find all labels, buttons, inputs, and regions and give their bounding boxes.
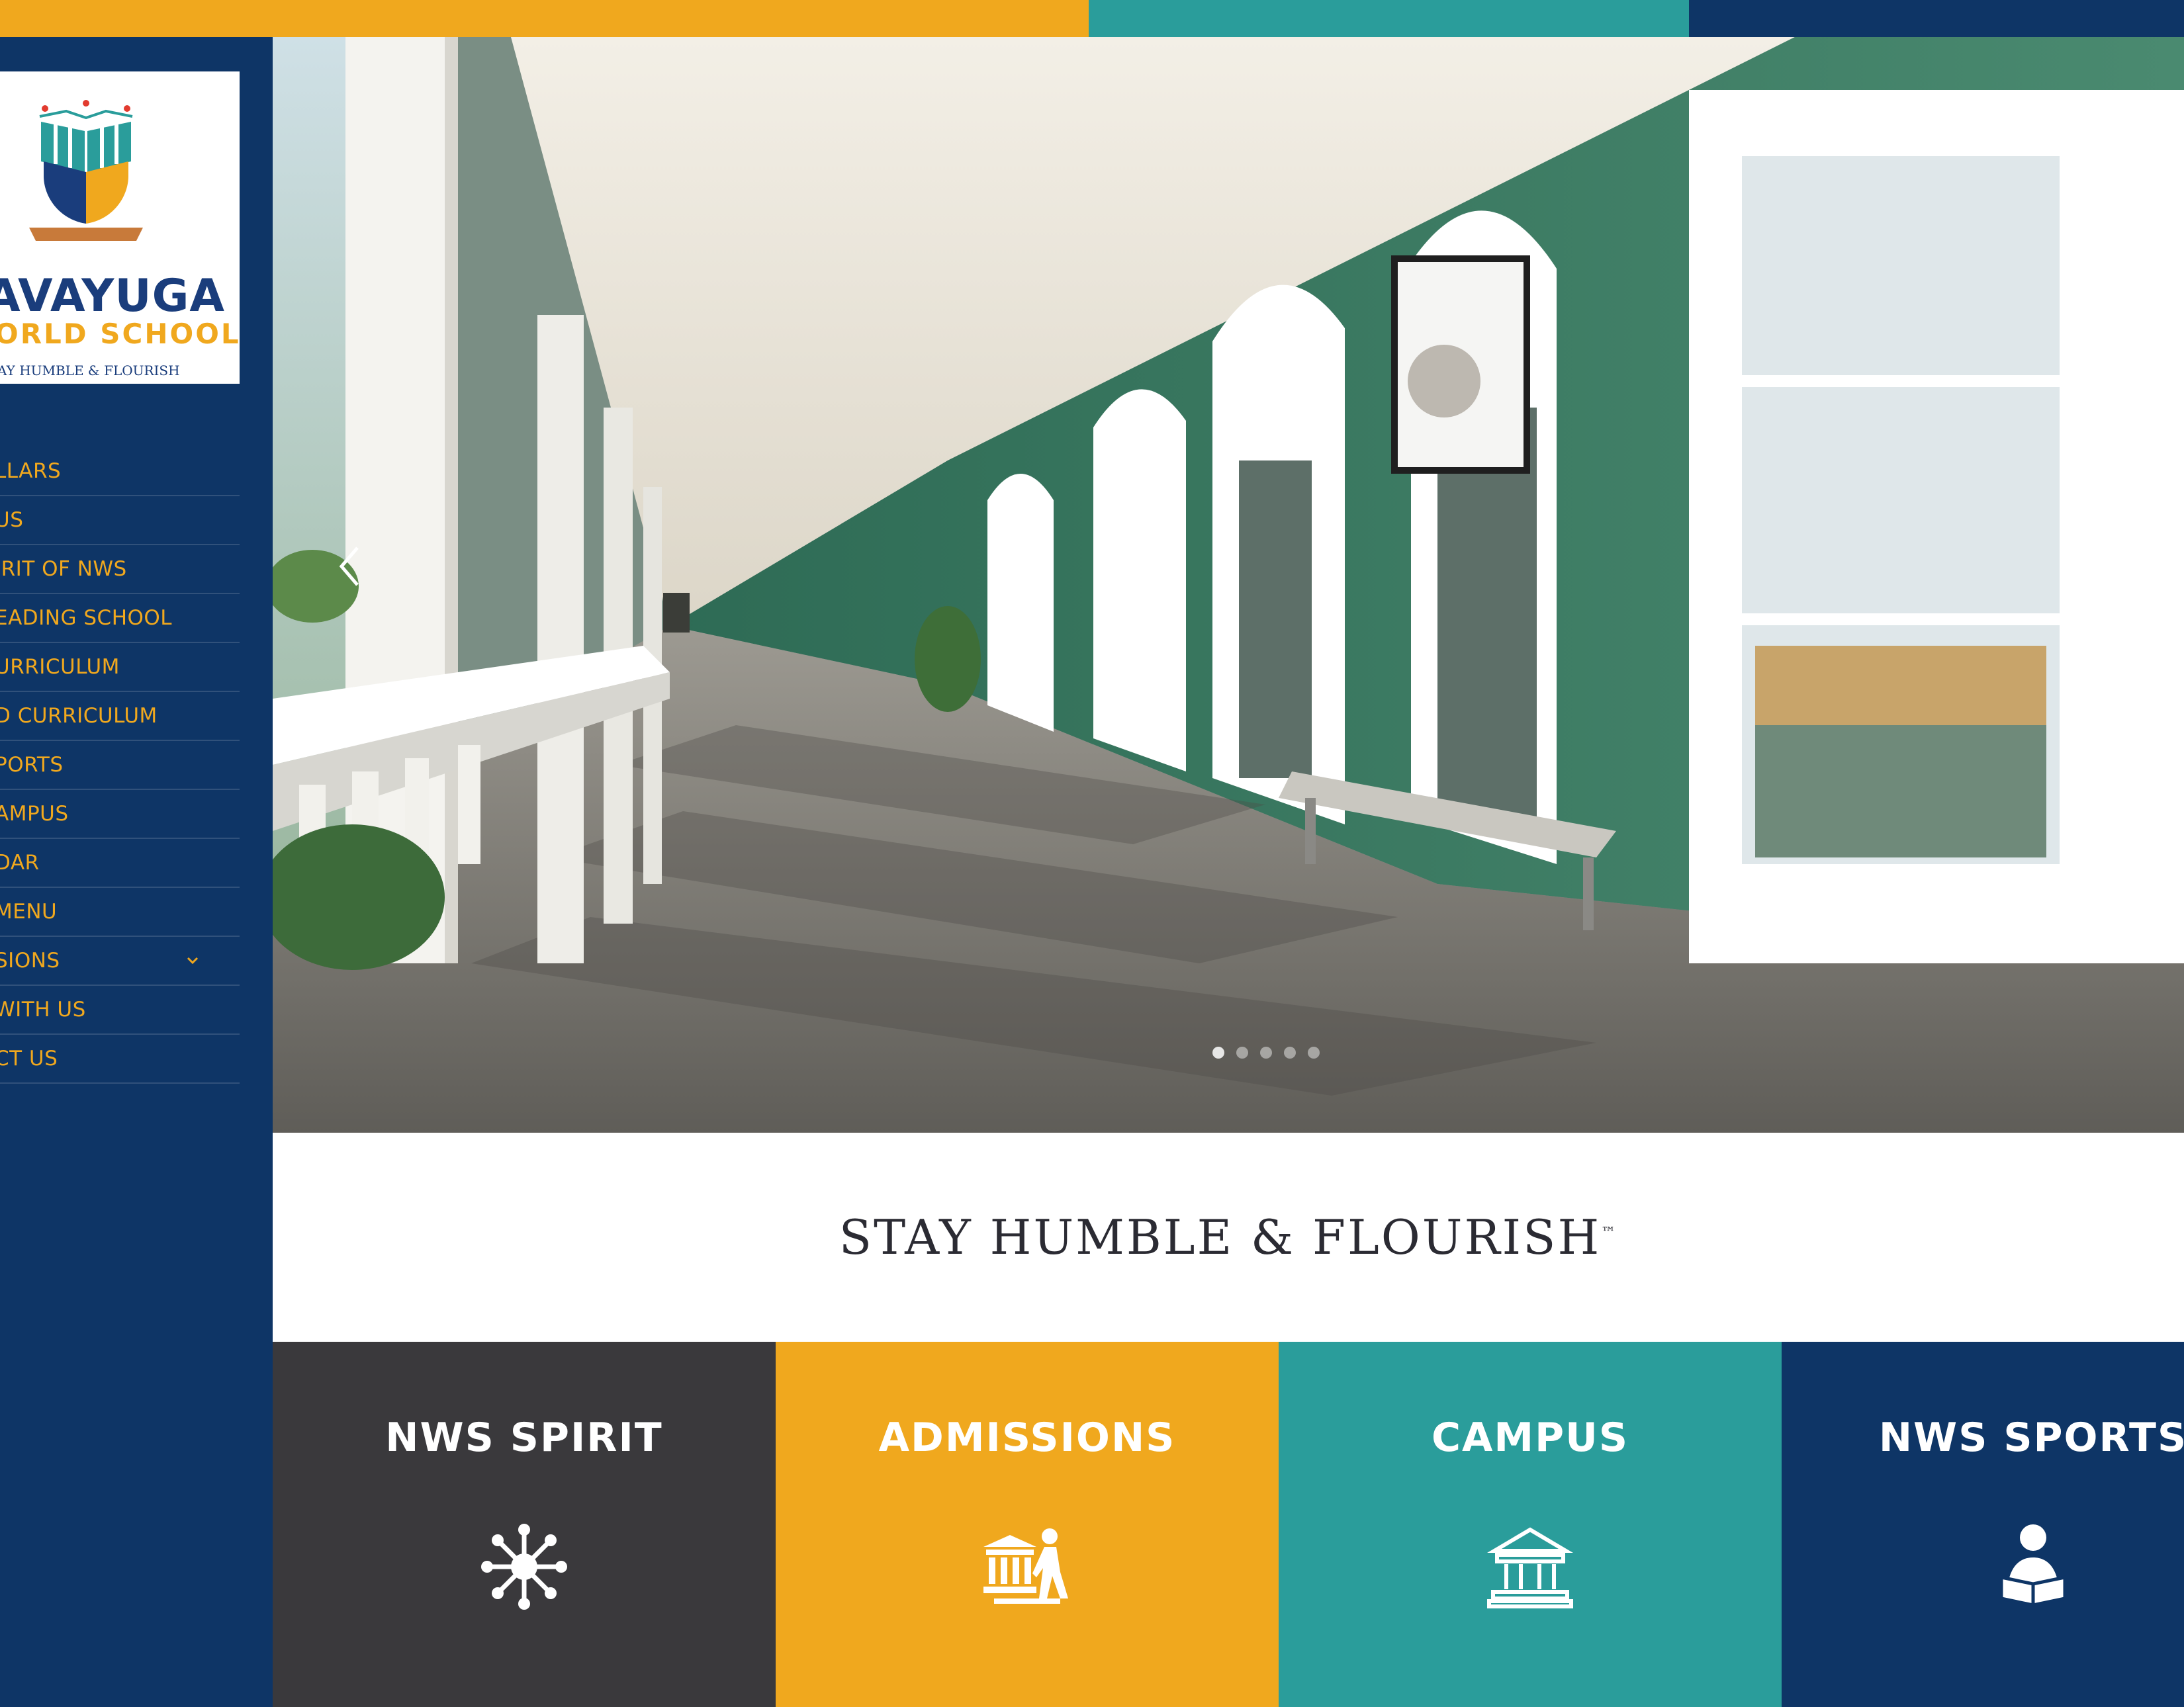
menu-item-label: MENU (0, 900, 58, 924)
tile-nws-sports[interactable]: NWS SPORTS (1782, 1342, 2184, 1707)
slider-dots (1212, 1047, 1320, 1059)
network-hub-icon (481, 1524, 567, 1610)
trademark-mark: ™ (1601, 1225, 1618, 1241)
chevron-down-icon[interactable] (183, 951, 203, 971)
menu-item-spirit-of-nws[interactable]: IRIT OF NWS (0, 545, 240, 594)
sidebar: AVAYUGA ORLD SCHOOL AY HUMBLE & FLOURISH… (0, 37, 273, 1707)
logo-school-name-line1: AVAYUGA (0, 270, 226, 322)
sidebar-menu: LLARS US IRIT OF NWS EADING SCHOOL URRIC… (0, 447, 240, 1084)
feature-tiles: NWS SPIRIT ADMISSIONS CAMPUS NWS SPORTS (273, 1342, 2184, 1707)
tile-label: ADMISSIONS (878, 1415, 1176, 1461)
slider-dot[interactable] (1236, 1047, 1248, 1059)
menu-item-label: SIONS (0, 949, 60, 973)
menu-item-label: PORTS (0, 753, 64, 777)
menu-item-curriculum[interactable]: URRICULUM (0, 643, 240, 692)
slider-dot[interactable] (1284, 1047, 1296, 1059)
menu-item-calendar[interactable]: DAR (0, 839, 240, 888)
menu-item-label: IRIT OF NWS (0, 557, 127, 581)
menu-item-label: AMPUS (0, 802, 69, 826)
top-color-strip (0, 0, 2184, 37)
tile-admissions[interactable]: ADMISSIONS (776, 1342, 1279, 1707)
menu-item-contact-us[interactable]: CT US (0, 1035, 240, 1084)
menu-item-label: US (0, 508, 24, 532)
menu-item-about-us[interactable]: US (0, 496, 240, 545)
slider-dot[interactable] (1212, 1047, 1224, 1059)
tagline-heading: STAY HUMBLE & FLOURISH™ (839, 1209, 1617, 1265)
tile-label: NWS SPIRIT (385, 1415, 663, 1461)
slider-dot[interactable] (1260, 1047, 1272, 1059)
tile-campus[interactable]: CAMPUS (1279, 1342, 1782, 1707)
menu-item-label: D CURRICULUM (0, 704, 158, 728)
slider-dot[interactable] (1308, 1047, 1320, 1059)
school-logo[interactable]: AVAYUGA ORLD SCHOOL AY HUMBLE & FLOURISH (0, 71, 240, 384)
menu-item-leading-school[interactable]: EADING SCHOOL (0, 594, 240, 643)
tagline-section: STAY HUMBLE & FLOURISH™ (273, 1133, 2184, 1342)
tile-nws-spirit[interactable]: NWS SPIRIT (273, 1342, 776, 1707)
menu-item-label: LLARS (0, 459, 62, 483)
hero-corridor-image (273, 37, 2184, 1133)
menu-item-campus[interactable]: AMPUS (0, 790, 240, 839)
top-strip-navy (1689, 0, 2184, 37)
school-walker-icon (983, 1528, 1068, 1604)
menu-item-work-with-us[interactable]: WITH US (0, 986, 240, 1035)
reading-person-icon (1999, 1524, 2067, 1607)
tile-label: NWS SPORTS (1878, 1415, 2184, 1461)
tile-label: CAMPUS (1431, 1415, 1629, 1461)
chevron-left-icon[interactable] (336, 540, 363, 593)
menu-item-label: WITH US (0, 998, 86, 1022)
menu-item-pillars[interactable]: LLARS (0, 447, 240, 496)
top-strip-teal (1089, 0, 1689, 37)
book-shield-emblem-icon (29, 100, 143, 241)
menu-item-label: EADING SCHOOL (0, 606, 173, 630)
hero-slider[interactable] (273, 37, 2184, 1133)
top-strip-orange (0, 0, 1089, 37)
menu-item-sports[interactable]: PORTS (0, 741, 240, 790)
menu-item-admissions[interactable]: SIONS (0, 937, 240, 986)
menu-item-menu[interactable]: MENU (0, 888, 240, 937)
institution-building-icon (1487, 1527, 1573, 1608)
logo-school-name-line2: ORLD SCHOOL (0, 318, 240, 350)
menu-item-label: URRICULUM (0, 655, 120, 679)
menu-item-extended-curriculum[interactable]: D CURRICULUM (0, 692, 240, 741)
menu-item-label: DAR (0, 851, 40, 875)
logo-motto: AY HUMBLE & FLOURISH (0, 363, 180, 378)
menu-item-label: CT US (0, 1047, 58, 1071)
tagline-text: STAY HUMBLE & FLOURISH (839, 1209, 1602, 1265)
